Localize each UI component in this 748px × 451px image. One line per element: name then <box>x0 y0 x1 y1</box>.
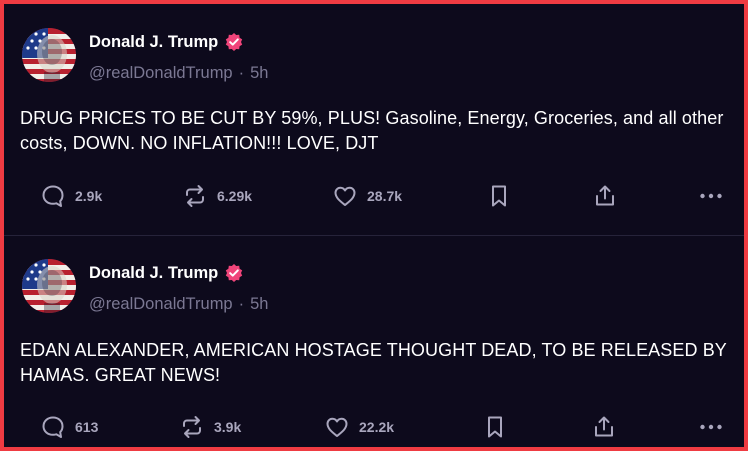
post-meta: @realDonaldTrump · 5h <box>89 295 268 314</box>
share-button[interactable] <box>592 183 618 209</box>
author-row: Donald J. Trump <box>89 32 244 52</box>
author-name[interactable]: Donald J. Trump <box>89 264 218 283</box>
post-time[interactable]: 5h <box>250 295 268 314</box>
repost-icon <box>186 185 204 207</box>
like-button[interactable]: 28.7k <box>332 183 402 209</box>
bookmark-button[interactable] <box>482 414 508 440</box>
bookmark-button[interactable] <box>486 183 512 209</box>
repost-icon <box>183 416 201 438</box>
like-icon <box>334 186 356 206</box>
verified-badge-icon <box>226 33 243 51</box>
post-time[interactable]: 5h <box>250 64 268 83</box>
like-icon <box>326 417 348 437</box>
verified-badge-icon <box>226 264 243 282</box>
reply-button[interactable]: 2.9k <box>40 183 102 209</box>
post-card[interactable]: Donald J. Trump @realDonaldTrump · 5h DR… <box>4 4 744 236</box>
more-icon <box>700 424 722 430</box>
meta-separator: · <box>238 295 245 313</box>
author-name[interactable]: Donald J. Trump <box>89 33 218 52</box>
like-count: 22.2k <box>359 419 395 435</box>
meta-separator: · <box>238 64 245 82</box>
reply-count: 2.9k <box>75 188 103 204</box>
repost-button[interactable]: 3.9k <box>179 414 241 440</box>
bookmark-icon <box>488 416 502 438</box>
post-feed: Donald J. Trump @realDonaldTrump · 5h DR… <box>0 0 748 451</box>
more-icon <box>700 193 722 199</box>
avatar[interactable] <box>22 28 76 82</box>
like-button[interactable]: 22.2k <box>324 414 394 440</box>
author-handle[interactable]: @realDonaldTrump <box>89 64 233 83</box>
more-options-button[interactable] <box>698 183 724 209</box>
author-row: Donald J. Trump <box>89 263 244 283</box>
post-text: EDAN ALEXANDER, AMERICAN HOSTAGE THOUGHT… <box>20 340 727 385</box>
reply-icon <box>42 416 64 438</box>
avatar-flag-portrait-icon <box>22 28 76 82</box>
repost-count: 3.9k <box>214 419 242 435</box>
more-options-button[interactable] <box>698 414 724 440</box>
reply-button[interactable]: 613 <box>40 414 98 440</box>
repost-button[interactable]: 6.29k <box>182 183 252 209</box>
action-bar: 613 3.9k 22.2k <box>4 414 744 444</box>
reply-count: 613 <box>75 419 99 435</box>
bookmark-icon <box>492 185 506 207</box>
author-handle[interactable]: @realDonaldTrump <box>89 295 233 314</box>
share-icon <box>595 416 613 437</box>
avatar[interactable] <box>22 259 76 313</box>
repost-count: 6.29k <box>217 188 253 204</box>
avatar-flag-portrait-icon <box>22 259 76 313</box>
share-icon <box>596 185 614 206</box>
post-card[interactable]: Donald J. Trump @realDonaldTrump · 5h ED… <box>4 236 744 447</box>
reply-icon <box>42 185 64 207</box>
post-meta: @realDonaldTrump · 5h <box>89 64 268 83</box>
share-button[interactable] <box>591 414 617 440</box>
post-text: DRUG PRICES TO BE CUT BY 59%, PLUS! Gaso… <box>20 108 724 153</box>
like-count: 28.7k <box>367 188 403 204</box>
action-bar: 2.9k 6.29k 28.7k <box>4 183 744 213</box>
